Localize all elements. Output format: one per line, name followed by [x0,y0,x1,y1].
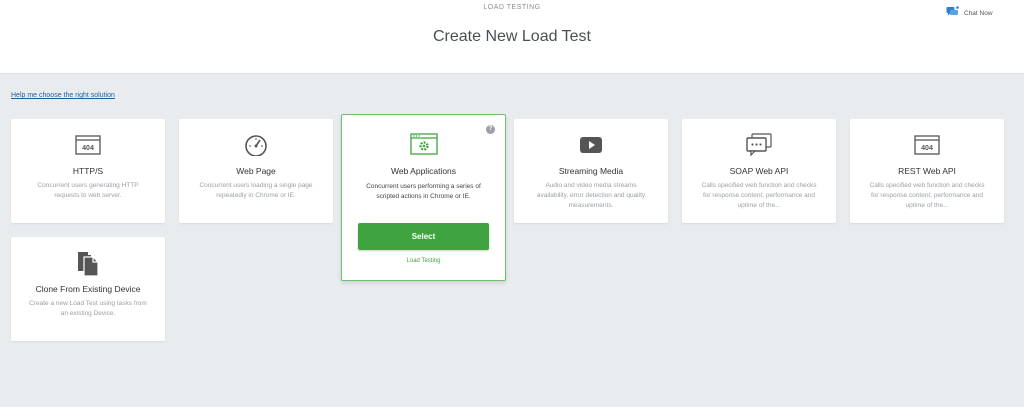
help-choose-link[interactable]: Help me choose the right solution [11,92,115,99]
card-title: Web Applications [390,166,457,176]
card-title: SOAP Web API [729,166,789,176]
select-button[interactable]: Select [358,223,489,250]
card-clone-existing-device[interactable]: Clone From Existing Device Create a new … [11,237,165,341]
card-description: Concurrent users generating HTTP request… [37,182,139,199]
card-title: REST Web API [898,166,956,176]
svg-text:404: 404 [82,145,94,152]
card-streaming-media[interactable]: Streaming Media Audio and video media st… [514,119,668,223]
card-title: Streaming Media [558,166,624,176]
page-title: Create New Load Test [432,28,591,45]
card-rest-web-api[interactable]: 404 REST Web API Calls specified web fun… [850,119,1004,223]
play-icon [514,136,668,154]
svg-text:404: 404 [921,145,933,152]
chat-bubbles-icon [682,133,836,157]
card-web-page[interactable]: Web Page Concurrent users loading a sing… [179,119,333,223]
card-description: Calls specified web function and checks … [701,182,817,209]
card-description: Create a new Load Test using tasks from … [29,300,147,317]
web-app-gear-icon [342,133,505,155]
category-link[interactable]: Load Testing [342,258,505,264]
card-description: Concurrent users performing a series of … [366,183,481,200]
card-https[interactable]: 404 HTTP/S Concurrent users generating H… [11,119,165,223]
speedometer-icon [179,134,333,156]
card-title: HTTP/S [72,166,104,176]
card-soap-web-api[interactable]: SOAP Web API Calls specified web functio… [682,119,836,223]
card-title: Web Page [236,166,276,176]
documents-icon [11,251,165,277]
card-title: Clone From Existing Device [35,284,141,294]
chat-now-button[interactable]: Chat Now [946,6,993,20]
chat-icon [946,6,959,20]
chat-label: Chat Now [964,9,993,17]
card-description: Audio and video media streams availabili… [536,182,646,209]
rest-404-icon: 404 [850,135,1004,155]
http-404-icon: 404 [11,135,165,155]
page-header: LOAD TESTING Create New Load Test Chat N… [0,0,1024,74]
card-description: Concurrent users loading a single page r… [199,182,313,199]
card-description: Calls specified web function and checks … [869,182,985,209]
card-web-applications[interactable]: ? Web Applications Concurrent users perf… [341,114,506,281]
page-eyebrow: LOAD TESTING [483,4,541,11]
